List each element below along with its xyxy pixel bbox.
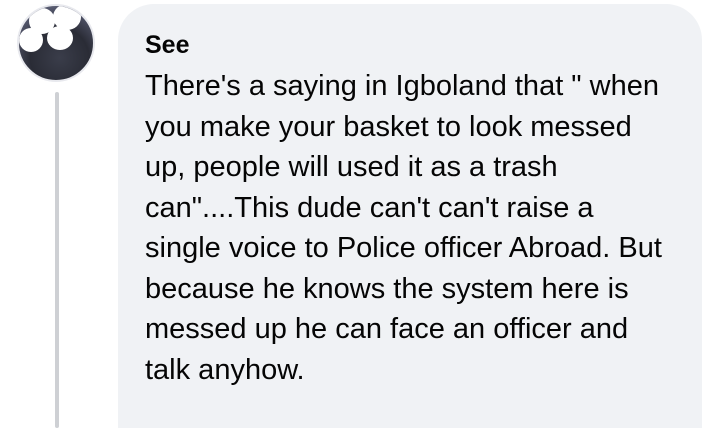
comment-thread: See There's a saying in Igboland that " … bbox=[0, 0, 720, 428]
thread-line bbox=[55, 92, 59, 428]
avatar-blur-patch bbox=[47, 26, 73, 50]
comment-bubble: See There's a saying in Igboland that " … bbox=[118, 4, 702, 428]
comment-header: See bbox=[145, 28, 676, 62]
avatar[interactable] bbox=[17, 4, 95, 82]
comment-author[interactable]: See bbox=[145, 31, 189, 59]
author-redaction bbox=[193, 32, 363, 58]
comment-text: There's a saying in Igboland that " when… bbox=[145, 70, 662, 386]
avatar-blur-patch bbox=[19, 28, 43, 52]
